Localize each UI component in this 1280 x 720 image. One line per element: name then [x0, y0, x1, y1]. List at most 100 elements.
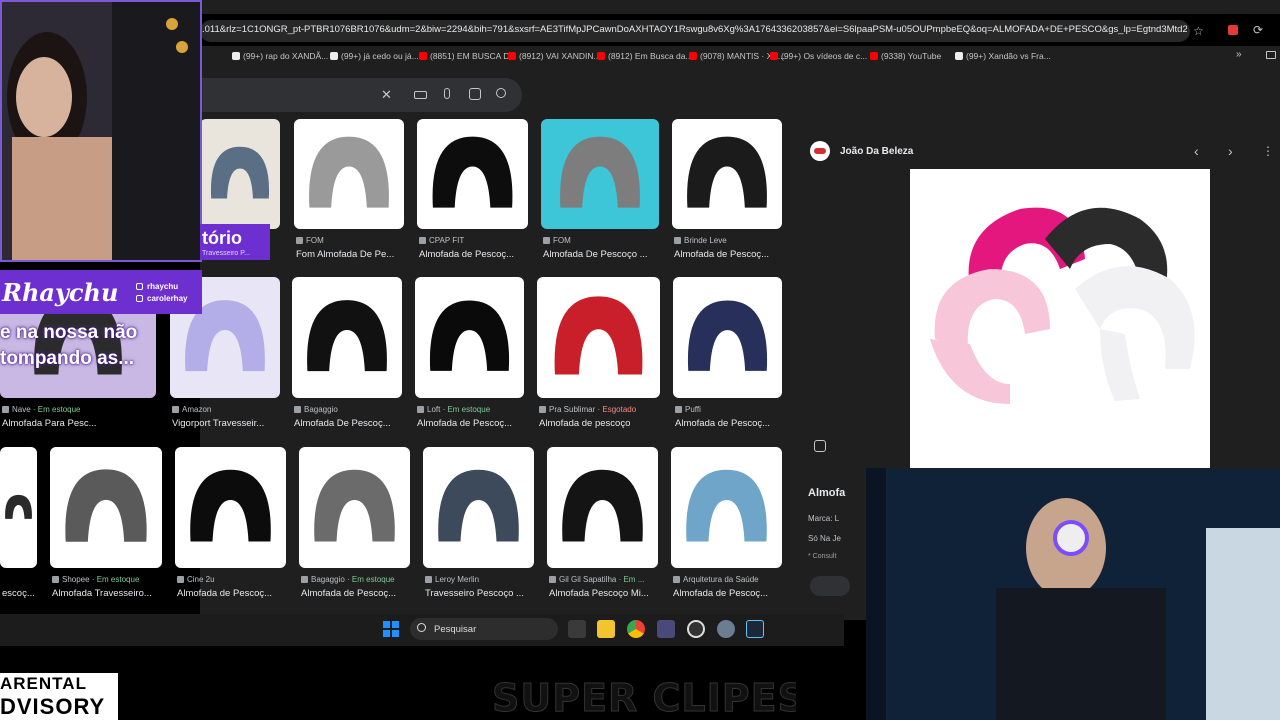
separator: · [30, 405, 38, 414]
result-title[interactable]: Almofada de Pescoç... [417, 418, 530, 429]
source-name: Shopee [62, 575, 90, 584]
result-title[interactable]: escoç... [2, 588, 43, 599]
obs-icon[interactable] [687, 620, 705, 638]
neck-pillow-image [554, 296, 643, 375]
result-thumbnail[interactable] [673, 277, 782, 398]
pillow-shape [554, 296, 643, 375]
result-title[interactable]: Almofada de Pescoç... [419, 249, 534, 260]
stock-status: Em estoque [96, 575, 140, 584]
stream-caption: e na nossa não tompando as... [0, 318, 200, 396]
result-source[interactable]: Bagaggio · Em estoque [301, 575, 412, 584]
result-title[interactable]: Almofada de pescoço [539, 418, 666, 429]
bookmark-item[interactable]: (99+) rap do XANDÃ... [232, 51, 328, 61]
result-source[interactable]: Bagaggio [294, 405, 404, 414]
result-thumbnail[interactable] [0, 447, 37, 568]
search-icon[interactable] [496, 88, 506, 98]
steam-icon[interactable] [746, 620, 764, 638]
folder-icon[interactable] [1266, 51, 1276, 59]
result-thumbnail[interactable] [547, 447, 658, 568]
settings-icon[interactable] [717, 620, 735, 638]
result-thumbnail[interactable] [50, 447, 162, 568]
source-favicon-icon [674, 237, 681, 244]
result-thumbnail[interactable] [299, 447, 410, 568]
visual-search-icon[interactable] [814, 440, 826, 452]
bookmark-item[interactable]: (8912) Em Busca da... [597, 51, 693, 61]
source-name: Bagaggio [311, 575, 345, 584]
result-thumbnail[interactable] [672, 119, 782, 229]
result-source[interactable]: Leroy Merlin [425, 575, 536, 584]
preview-image[interactable] [910, 169, 1210, 469]
task-view-icon[interactable] [568, 620, 586, 638]
chrome-icon[interactable] [627, 620, 645, 638]
windows-start-icon[interactable] [383, 621, 399, 637]
result-title[interactable]: Almofada de Pescoç... [301, 588, 416, 599]
bookmark-item[interactable]: (99+) já cedo ou já... [330, 51, 419, 61]
previous-icon[interactable]: ‹ [1194, 143, 1199, 159]
result-title[interactable]: Almofada de Pescoç... [674, 249, 788, 260]
result-title[interactable]: Almofada De Pescoço ... [543, 249, 665, 260]
result-thumbnail[interactable] [415, 277, 524, 398]
microphone-icon[interactable] [444, 88, 450, 99]
app-icon[interactable] [657, 620, 675, 638]
result-title[interactable]: Vigorport Travesseir... [172, 418, 286, 429]
result-source[interactable]: Gil Gil Sapatilha · Em ... [549, 575, 660, 584]
source-name: Arquitetura da Saúde [683, 575, 759, 584]
result-thumbnail[interactable] [417, 119, 528, 229]
source-name: Pra Sublimar [549, 405, 596, 414]
lens-icon[interactable] [469, 88, 481, 100]
instagram-icon [136, 295, 143, 302]
bookmark-item[interactable]: (8851) EM BUSCA D... [419, 51, 516, 61]
neck-pillow-image [560, 136, 640, 208]
result-source[interactable]: Brinde Leve [674, 236, 784, 245]
result-source[interactable]: Loft · Em estoque [417, 405, 526, 414]
star-icon[interactable]: ☆ [1193, 24, 1204, 38]
sync-icon[interactable]: ⟳ [1253, 23, 1263, 37]
panel-consult: * Consult [808, 553, 837, 560]
result-title[interactable]: Almofada de Pescoç... [673, 588, 788, 599]
result-title[interactable]: Travesseiro Pescoço ... [425, 588, 540, 599]
result-title[interactable]: Almofada De Pescoç... [294, 418, 408, 429]
bookmark-label: (99+) Os vídeos de c... [781, 51, 868, 61]
taskbar-search[interactable] [410, 618, 558, 640]
panel-site-name[interactable]: João Da Beleza [840, 146, 913, 157]
result-source[interactable]: Amazon [172, 405, 282, 414]
clear-icon[interactable]: ✕ [381, 87, 392, 103]
result-title[interactable]: Almofada Pescoço Mi... [549, 588, 664, 599]
result-thumbnail[interactable] [537, 277, 660, 398]
bookmark-item[interactable]: (9338) YouTube [870, 51, 941, 61]
result-thumbnail[interactable] [292, 277, 402, 398]
extension-icon[interactable] [1228, 25, 1238, 35]
file-explorer-icon[interactable] [597, 620, 615, 638]
result-source[interactable]: CPAP FIT [419, 236, 530, 245]
result-title[interactable]: Almofada de Pescoç... [177, 588, 292, 599]
result-source[interactable]: Nave · Em estoque [2, 405, 158, 414]
result-title[interactable]: Fom Almofada De Pe... [296, 249, 410, 260]
next-icon[interactable]: › [1228, 143, 1233, 159]
result-thumbnail[interactable] [200, 119, 280, 229]
bookmarks-overflow-icon[interactable]: » [1236, 49, 1242, 60]
keyboard-icon[interactable] [414, 91, 427, 99]
result-source[interactable]: Arquitetura da Saúde [673, 575, 784, 584]
bookmark-item[interactable]: (8912) VAI XANDIN... [508, 51, 601, 61]
bookmark-item[interactable]: (99+) Os vídeos de c... [770, 51, 867, 61]
result-source[interactable]: FOM [296, 236, 406, 245]
neck-pillow-image [65, 469, 147, 542]
result-title[interactable]: Almofada Travesseiro... [52, 588, 168, 599]
result-source[interactable]: Puffi [675, 405, 784, 414]
result-title[interactable]: Almofada Para Pesc... [2, 418, 162, 429]
result-source[interactable]: Pra Sublimar · Esgotado [539, 405, 662, 414]
result-thumbnail[interactable] [671, 447, 782, 568]
result-source[interactable]: Shopee · Em estoque [52, 575, 164, 584]
more-options-icon[interactable]: ⋮ [1262, 144, 1274, 158]
result-thumbnail[interactable] [423, 447, 534, 568]
url-text[interactable]: .011&rlz=1C1ONGR_pt-PTBR1076BR1076&udm=2… [202, 24, 1187, 38]
bookmark-item[interactable]: (99+) Xandão vs Fra... [955, 51, 1051, 61]
result-source[interactable]: FOM [543, 236, 661, 245]
result-thumbnail[interactable] [175, 447, 286, 568]
panel-title[interactable]: Almofa [808, 487, 845, 499]
visit-button[interactable] [810, 576, 850, 596]
result-source[interactable]: Cine 2u [177, 575, 288, 584]
result-thumbnail[interactable] [294, 119, 404, 229]
result-thumbnail[interactable] [541, 119, 659, 229]
result-title[interactable]: Almofada de Pescoç... [675, 418, 788, 429]
